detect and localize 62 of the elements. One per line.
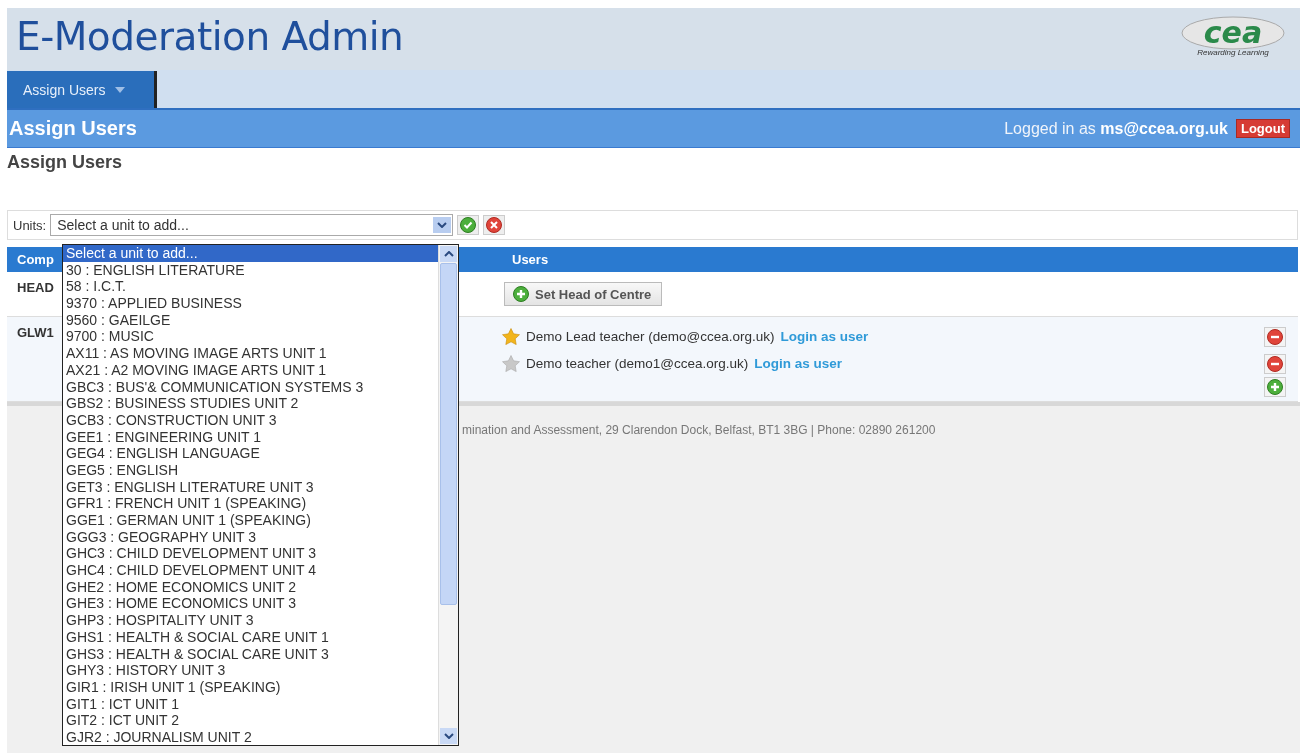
unit-option[interactable]: GFR1 : FRENCH UNIT 1 (SPEAKING) bbox=[63, 495, 438, 512]
section-heading: Assign Users bbox=[7, 152, 124, 174]
caret-icon bbox=[115, 86, 126, 93]
unit-option[interactable]: AX21 : A2 MOVING IMAGE ARTS UNIT 1 bbox=[63, 361, 438, 379]
unit-option[interactable]: GIR1 : IRISH UNIT 1 (SPEAKING) bbox=[63, 678, 438, 696]
login-status: Logged in as ms@ccea.org.uk bbox=[1004, 119, 1228, 138]
unit-option[interactable]: GEG5 : ENGLISH bbox=[63, 461, 438, 479]
table-cell: GLW1 bbox=[17, 325, 54, 340]
unit-option[interactable]: GHY3 : HISTORY UNIT 3 bbox=[63, 662, 438, 679]
unit-option[interactable]: GEE1 : ENGINEERING UNIT 1 bbox=[63, 428, 438, 446]
table-cell: HEAD bbox=[17, 280, 54, 295]
column-header: Users bbox=[502, 247, 1298, 272]
user-name: Demo teacher (demo1@ccea.org.uk) bbox=[526, 356, 749, 371]
unit-option[interactable]: 58 : I.C.T. bbox=[63, 278, 438, 296]
remove-button[interactable] bbox=[1264, 326, 1286, 347]
close-icon bbox=[486, 217, 503, 233]
unit-option[interactable]: GGE1 : GERMAN UNIT 1 (SPEAKING) bbox=[63, 512, 438, 529]
unit-option[interactable]: GHC3 : CHILD DEVELOPMENT UNIT 3 bbox=[63, 545, 438, 563]
unit-option[interactable]: GIT1 : ICT UNIT 1 bbox=[63, 695, 438, 713]
user-name: Demo Lead teacher (demo@ccea.org.uk) bbox=[526, 329, 775, 344]
remove-icon bbox=[1267, 355, 1283, 372]
unit-option[interactable]: 9370 : APPLIED BUSINESS bbox=[63, 295, 438, 312]
logo-icon: cea bbox=[1181, 16, 1285, 50]
unit-option[interactable]: GEG4 : ENGLISH LANGUAGE bbox=[63, 445, 438, 462]
footer-text: mination and Assessment, 29 Clarendon Dock, Belfast, BT1 3BG | Phone: 02890 261200 bbox=[462, 423, 936, 437]
scrollbar[interactable] bbox=[438, 245, 458, 745]
nav-tab[interactable]: Assign Users bbox=[7, 71, 157, 108]
unit-option[interactable]: GGG3 : GEOGRAPHY UNIT 3 bbox=[63, 528, 438, 546]
chevron-up-icon bbox=[443, 251, 454, 257]
chevron-down-icon bbox=[437, 222, 448, 228]
unit-option[interactable]: 9700 : MUSIC bbox=[63, 328, 438, 346]
unit-option[interactable]: GHS3 : HEALTH & SOCIAL CARE UNIT 3 bbox=[63, 645, 438, 663]
unit-option[interactable]: GHP3 : HOSPITALITY UNIT 3 bbox=[63, 612, 438, 629]
page-title: Assign Users bbox=[9, 117, 137, 140]
unit-option[interactable]: GIT2 : ICT UNIT 2 bbox=[63, 712, 438, 729]
unit-option[interactable]: GHE3 : HOME ECONOMICS UNIT 3 bbox=[63, 595, 438, 613]
unit-option[interactable]: 9560 : GAEILGE bbox=[63, 311, 438, 329]
unit-option[interactable]: GHE2 : HOME ECONOMICS UNIT 2 bbox=[63, 578, 438, 596]
units-label: Units: bbox=[13, 217, 47, 233]
confirm-button[interactable] bbox=[457, 215, 480, 235]
unit-option[interactable]: AX11 : AS MOVING IMAGE ARTS UNIT 1 bbox=[63, 345, 438, 362]
unit-option[interactable]: Select a unit to add... bbox=[63, 245, 438, 262]
set-head-button[interactable]: Set Head of Centre bbox=[504, 282, 663, 306]
logo-tagline: Rewarding Learning bbox=[1197, 48, 1269, 57]
cancel-button[interactable] bbox=[483, 215, 506, 235]
unit-option[interactable]: GBS2 : BUSINESS STUDIES UNIT 2 bbox=[63, 395, 438, 412]
add-icon bbox=[1267, 379, 1283, 395]
unit-option[interactable]: GBC3 : BUS'& COMMUNICATION SYSTEMS 3 bbox=[63, 378, 438, 396]
logout-button[interactable]: Logout bbox=[1235, 119, 1290, 138]
remove-button[interactable] bbox=[1264, 353, 1286, 374]
unit-option[interactable]: GHC4 : CHILD DEVELOPMENT UNIT 4 bbox=[63, 562, 438, 579]
unit-option[interactable]: GJR2 : JOURNALISM UNIT 2 bbox=[63, 728, 438, 746]
unit-option[interactable]: GCB3 : CONSTRUCTION UNIT 3 bbox=[63, 411, 438, 429]
add-user-button[interactable] bbox=[1264, 377, 1286, 397]
unit-select[interactable]: Select a unit to add... bbox=[50, 214, 454, 236]
add-icon bbox=[513, 286, 529, 302]
check-icon bbox=[460, 217, 477, 233]
remove-icon bbox=[1267, 328, 1283, 345]
chevron-down-icon bbox=[443, 733, 454, 739]
unit-option[interactable]: GHS1 : HEALTH & SOCIAL CARE UNIT 1 bbox=[63, 628, 438, 646]
app-title: E-Moderation Admin bbox=[16, 14, 404, 59]
unit-option[interactable]: GET3 : ENGLISH LITERATURE UNIT 3 bbox=[63, 478, 438, 496]
